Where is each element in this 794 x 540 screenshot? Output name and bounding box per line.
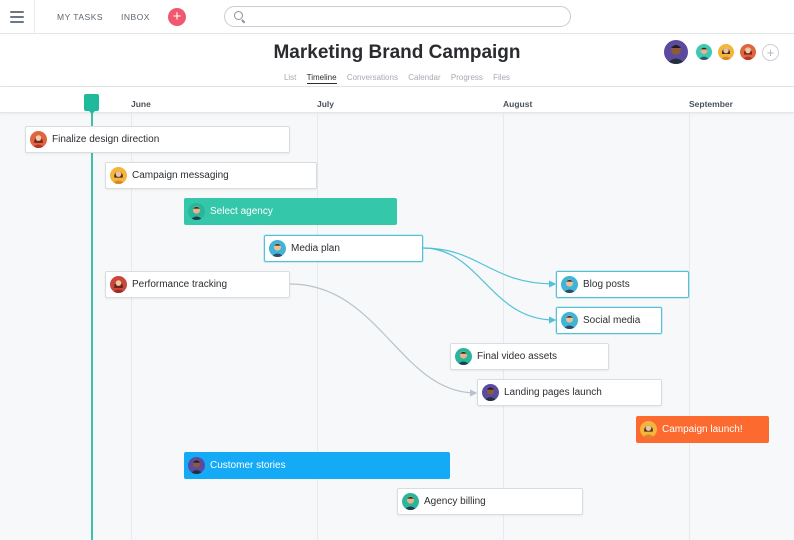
- tab-calendar[interactable]: Calendar: [408, 73, 440, 83]
- task-label: Media plan: [291, 243, 340, 254]
- dependency-arrow: [422, 247, 557, 288]
- tab-timeline[interactable]: Timeline: [306, 73, 337, 84]
- task-label: Landing pages launch: [504, 387, 602, 398]
- tab-progress[interactable]: Progress: [451, 73, 483, 83]
- task-bar[interactable]: Final video assets: [450, 343, 609, 370]
- dependency-arrow: [422, 247, 557, 324]
- month-label: September: [689, 99, 733, 109]
- today-line: [91, 100, 93, 540]
- my-tasks-link[interactable]: MY TASKS: [57, 12, 103, 22]
- task-bar[interactable]: Performance tracking: [105, 271, 290, 298]
- task-label: Customer stories: [210, 460, 286, 471]
- search-input[interactable]: [224, 6, 571, 27]
- task-bar[interactable]: Agency billing: [397, 488, 583, 515]
- tab-files[interactable]: Files: [493, 73, 510, 83]
- hamburger-menu-icon[interactable]: [0, 0, 35, 34]
- avatar: [269, 240, 286, 257]
- add-member-button[interactable]: +: [762, 44, 779, 61]
- avatar: [482, 384, 499, 401]
- task-label: Performance tracking: [132, 279, 228, 290]
- member-avatar[interactable]: [738, 42, 758, 62]
- task-label: Social media: [583, 315, 641, 326]
- task-label: Finalize design direction: [52, 134, 160, 145]
- today-marker[interactable]: [84, 94, 99, 114]
- avatar: [402, 493, 419, 510]
- task-bar[interactable]: Social media: [556, 307, 662, 334]
- inbox-link[interactable]: INBOX: [121, 12, 150, 22]
- member-avatar[interactable]: [662, 38, 690, 66]
- avatar: [188, 457, 205, 474]
- search-icon: [234, 11, 243, 20]
- avatar: [640, 421, 657, 438]
- avatar: [561, 312, 578, 329]
- avatar: [110, 167, 127, 184]
- month-divider: [503, 113, 504, 540]
- task-bar[interactable]: Finalize design direction: [25, 126, 290, 153]
- avatar: [188, 203, 205, 220]
- top-bar: MY TASKS INBOX +: [0, 0, 794, 34]
- task-bar[interactable]: Landing pages launch: [477, 379, 662, 406]
- plus-icon[interactable]: +: [168, 8, 186, 26]
- task-label: Select agency: [210, 206, 273, 217]
- avatar: [110, 276, 127, 293]
- month-label: June: [131, 99, 151, 109]
- timeline-month-header: June July August September: [0, 87, 794, 113]
- task-bar[interactable]: Customer stories: [184, 452, 450, 479]
- member-avatar[interactable]: [694, 42, 714, 62]
- task-label: Campaign launch!: [662, 424, 743, 435]
- task-bar[interactable]: Blog posts: [556, 271, 689, 298]
- task-bar[interactable]: Media plan: [264, 235, 423, 262]
- task-label: Blog posts: [583, 279, 630, 290]
- avatar: [30, 131, 47, 148]
- task-label: Agency billing: [424, 496, 486, 507]
- avatar: [455, 348, 472, 365]
- tab-conversations[interactable]: Conversations: [347, 73, 398, 83]
- month-label: August: [503, 99, 533, 109]
- task-bar[interactable]: Campaign launch!: [636, 416, 769, 443]
- avatar: [561, 276, 578, 293]
- month-divider: [689, 113, 690, 540]
- member-avatar[interactable]: [716, 42, 736, 62]
- task-bar[interactable]: Campaign messaging: [105, 162, 317, 189]
- task-label: Campaign messaging: [132, 170, 229, 181]
- task-bar[interactable]: Select agency: [184, 198, 397, 225]
- month-label: July: [317, 99, 335, 109]
- project-tabs: List Timeline Conversations Calendar Pro…: [0, 73, 794, 84]
- tab-list[interactable]: List: [284, 73, 296, 83]
- task-label: Final video assets: [477, 351, 558, 362]
